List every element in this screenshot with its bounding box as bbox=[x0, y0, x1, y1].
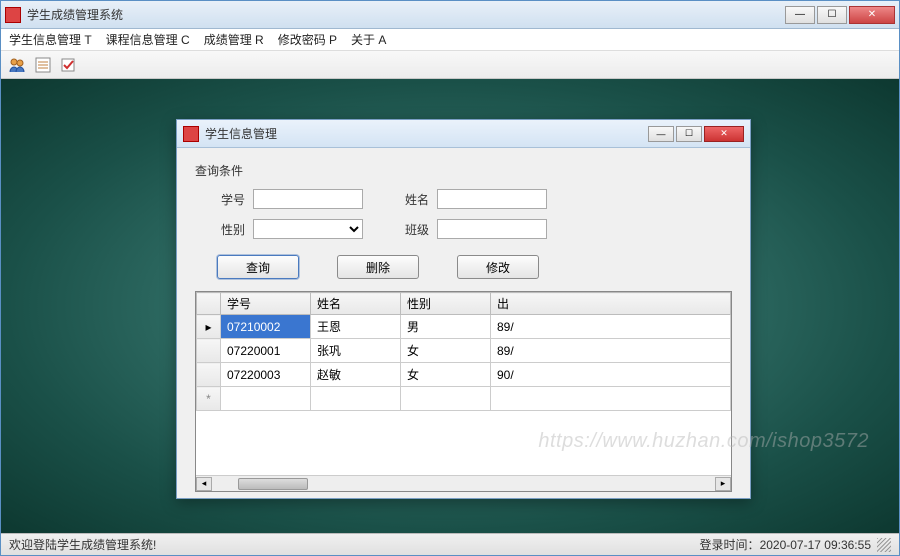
menu-about[interactable]: 关于 A bbox=[351, 31, 386, 48]
new-row-marker: * bbox=[197, 387, 221, 411]
cell[interactable]: 90/ bbox=[491, 363, 731, 387]
row-header-corner bbox=[197, 293, 221, 315]
app-icon bbox=[5, 7, 21, 23]
query-button[interactable]: 查询 bbox=[217, 255, 299, 279]
statusbar: 欢迎登陆学生成绩管理系统! 登录时间： 2020-07-17 09:36:55 bbox=[1, 533, 899, 555]
client-area: 学生信息管理 ― ☐ ✕ 查询条件 学号 姓名 性别 bbox=[1, 79, 899, 533]
grid-header-row: 学号 姓名 性别 出 bbox=[197, 293, 731, 315]
cell[interactable]: 07210002 bbox=[221, 315, 311, 339]
col-student-id[interactable]: 学号 bbox=[221, 293, 311, 315]
new-row[interactable]: * bbox=[197, 387, 731, 411]
main-window: 学生成绩管理系统 ― ☐ ✕ 学生信息管理 T 课程信息管理 C 成绩管理 R … bbox=[0, 0, 900, 556]
menubar: 学生信息管理 T 课程信息管理 C 成绩管理 R 修改密码 P 关于 A bbox=[1, 29, 899, 51]
dialog-controls: ― ☐ ✕ bbox=[648, 126, 744, 142]
status-welcome: 欢迎登陆学生成绩管理系统! bbox=[9, 536, 700, 553]
gender-select[interactable] bbox=[253, 219, 363, 239]
col-name[interactable]: 姓名 bbox=[311, 293, 401, 315]
scroll-right-icon[interactable]: ▸ bbox=[715, 477, 731, 491]
class-input[interactable] bbox=[437, 219, 547, 239]
users-icon[interactable] bbox=[7, 55, 27, 75]
cell[interactable]: 07220001 bbox=[221, 339, 311, 363]
resize-grip-icon[interactable] bbox=[877, 538, 891, 552]
cell[interactable]: 张巩 bbox=[311, 339, 401, 363]
delete-button[interactable]: 删除 bbox=[337, 255, 419, 279]
cell[interactable]: 赵敏 bbox=[311, 363, 401, 387]
table-row[interactable]: 07220003 赵敏 女 90/ bbox=[197, 363, 731, 387]
class-label: 班级 bbox=[397, 221, 429, 238]
horizontal-scrollbar[interactable]: ◂ ▸ bbox=[196, 475, 731, 491]
window-controls: ― ☐ ✕ bbox=[785, 6, 895, 24]
dialog-minimize-button[interactable]: ― bbox=[648, 126, 674, 142]
cell[interactable]: 89/ bbox=[491, 339, 731, 363]
menu-grade-mgmt[interactable]: 成绩管理 R bbox=[204, 31, 264, 48]
gender-label: 性别 bbox=[213, 221, 245, 238]
data-grid[interactable]: 学号 姓名 性别 出 ▸ 07210002 王恩 男 89/ bbox=[195, 291, 732, 492]
col-gender[interactable]: 性别 bbox=[401, 293, 491, 315]
cell[interactable]: 王恩 bbox=[311, 315, 401, 339]
dialog-titlebar: 学生信息管理 ― ☐ ✕ bbox=[177, 120, 750, 148]
student-id-input[interactable] bbox=[253, 189, 363, 209]
row-indicator-icon: ▸ bbox=[197, 315, 221, 339]
table-row[interactable]: 07220001 张巩 女 89/ bbox=[197, 339, 731, 363]
login-time-label: 登录时间： bbox=[700, 536, 760, 553]
name-label: 姓名 bbox=[397, 191, 429, 208]
student-info-dialog: 学生信息管理 ― ☐ ✕ 查询条件 学号 姓名 性别 bbox=[176, 119, 751, 499]
menu-change-password[interactable]: 修改密码 P bbox=[278, 31, 337, 48]
menu-course-info[interactable]: 课程信息管理 C bbox=[106, 31, 190, 48]
scroll-left-icon[interactable]: ◂ bbox=[196, 477, 212, 491]
check-icon[interactable] bbox=[59, 55, 79, 75]
query-conditions-label: 查询条件 bbox=[195, 162, 732, 179]
table-row[interactable]: ▸ 07210002 王恩 男 89/ bbox=[197, 315, 731, 339]
menu-student-info[interactable]: 学生信息管理 T bbox=[9, 31, 92, 48]
form-row-1: 学号 姓名 bbox=[195, 189, 732, 209]
cell[interactable]: 女 bbox=[401, 363, 491, 387]
minimize-button[interactable]: ― bbox=[785, 6, 815, 24]
dialog-body: 查询条件 学号 姓名 性别 班级 查询 删除 bbox=[177, 148, 750, 498]
main-title: 学生成绩管理系统 bbox=[27, 6, 785, 23]
dialog-maximize-button[interactable]: ☐ bbox=[676, 126, 702, 142]
maximize-button[interactable]: ☐ bbox=[817, 6, 847, 24]
button-row: 查询 删除 修改 bbox=[195, 249, 732, 291]
form-row-2: 性别 班级 bbox=[195, 219, 732, 239]
cell[interactable]: 89/ bbox=[491, 315, 731, 339]
close-button[interactable]: ✕ bbox=[849, 6, 895, 24]
dialog-app-icon bbox=[183, 126, 199, 142]
dialog-close-button[interactable]: ✕ bbox=[704, 126, 744, 142]
dialog-title: 学生信息管理 bbox=[205, 125, 648, 142]
main-titlebar: 学生成绩管理系统 ― ☐ ✕ bbox=[1, 1, 899, 29]
login-time: 2020-07-17 09:36:55 bbox=[760, 538, 871, 552]
student-id-label: 学号 bbox=[213, 191, 245, 208]
toolbar bbox=[1, 51, 899, 79]
col-birth[interactable]: 出 bbox=[491, 293, 731, 315]
scroll-thumb[interactable] bbox=[238, 478, 308, 490]
cell[interactable]: 女 bbox=[401, 339, 491, 363]
form-icon[interactable] bbox=[33, 55, 53, 75]
cell[interactable]: 男 bbox=[401, 315, 491, 339]
cell[interactable]: 07220003 bbox=[221, 363, 311, 387]
modify-button[interactable]: 修改 bbox=[457, 255, 539, 279]
name-input[interactable] bbox=[437, 189, 547, 209]
